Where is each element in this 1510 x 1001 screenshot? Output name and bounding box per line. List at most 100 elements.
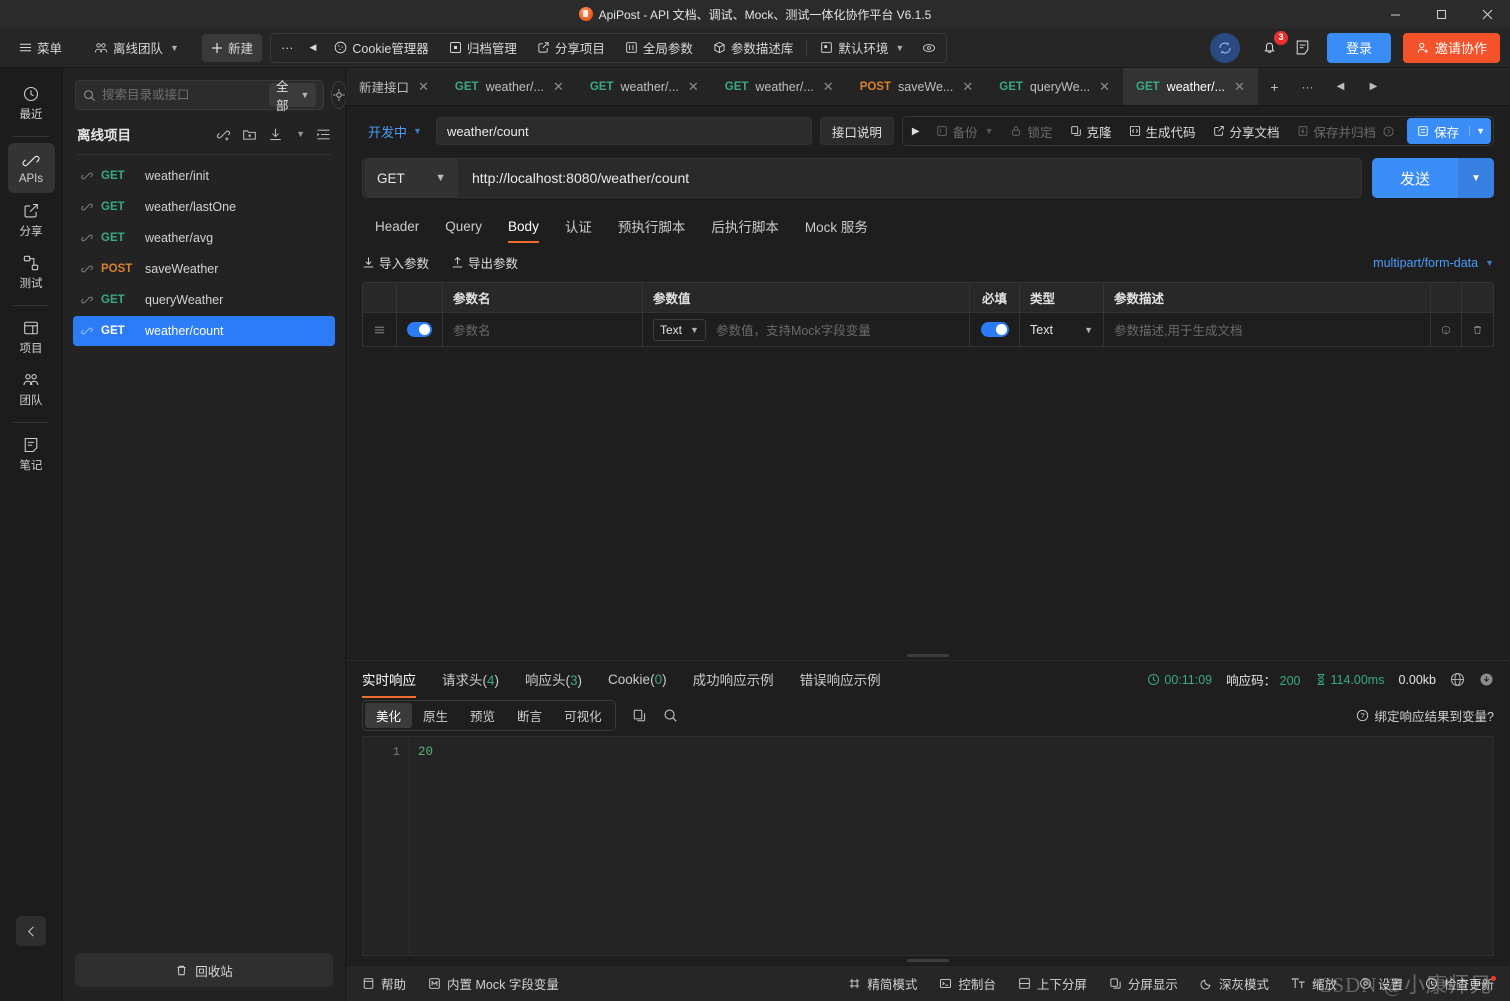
tab-request-6-active[interactable]: GET weather/... ✕ bbox=[1123, 68, 1258, 105]
env-preview-button[interactable] bbox=[915, 34, 943, 62]
help-button[interactable]: 帮助 bbox=[362, 974, 406, 993]
list-item[interactable]: GET weather/lastOne bbox=[73, 192, 335, 222]
list-item[interactable]: GET queryWeather bbox=[73, 285, 335, 315]
tab-request-5[interactable]: GET queryWe... ✕ bbox=[986, 68, 1123, 105]
view-tab-raw[interactable]: 原生 bbox=[412, 703, 459, 728]
tab-response-headers[interactable]: 响应头(3) bbox=[525, 661, 582, 698]
param-lib-button[interactable] bbox=[1431, 313, 1462, 346]
toolbar-back-button[interactable]: ◀ bbox=[302, 34, 323, 62]
close-icon[interactable]: ✕ bbox=[823, 79, 834, 95]
team-selector[interactable]: 离线团队 ▼ bbox=[85, 34, 188, 62]
invite-button[interactable]: 邀请协作 bbox=[1402, 32, 1500, 63]
save-archive-button[interactable]: 保存并归档 ? bbox=[1289, 119, 1403, 144]
save-button-main[interactable]: 保存 bbox=[1407, 122, 1469, 141]
run-button[interactable]: ▶ bbox=[905, 119, 927, 144]
close-icon[interactable]: ✕ bbox=[1234, 79, 1245, 95]
download-response-icon[interactable] bbox=[1479, 672, 1494, 687]
lock-button[interactable]: 锁定 bbox=[1002, 119, 1060, 144]
sync-button[interactable] bbox=[1209, 32, 1240, 63]
save-button[interactable]: 保存 ▼ bbox=[1407, 118, 1491, 144]
copy-icon[interactable] bbox=[632, 708, 647, 723]
param-value-placeholder[interactable]: 参数值，支持Mock字段变量 bbox=[716, 320, 871, 339]
tab-prev-button[interactable]: ◀ bbox=[1324, 68, 1357, 105]
view-tab-preview[interactable]: 预览 bbox=[459, 703, 506, 728]
share-project-button[interactable]: 分享项目 bbox=[528, 34, 614, 62]
url-input[interactable] bbox=[460, 170, 1361, 186]
collapse-all-icon[interactable] bbox=[316, 127, 331, 142]
add-api-icon[interactable] bbox=[216, 127, 231, 142]
login-button[interactable]: 登录 bbox=[1326, 32, 1391, 63]
tab-auth[interactable]: 认证 bbox=[552, 210, 605, 245]
share-doc-button[interactable]: 分享文档 bbox=[1205, 119, 1288, 144]
type-cell[interactable]: Text ▼ bbox=[1020, 313, 1104, 346]
notifications-button[interactable]: 3 bbox=[1256, 30, 1288, 62]
save-dropdown-button[interactable]: ▼ bbox=[1469, 126, 1491, 136]
tab-success-example[interactable]: 成功响应示例 bbox=[693, 661, 774, 698]
close-icon[interactable] bbox=[1464, 0, 1510, 28]
tab-header[interactable]: Header bbox=[362, 213, 432, 243]
tab-next-button[interactable]: ▶ bbox=[1357, 68, 1390, 105]
required-toggle[interactable] bbox=[980, 322, 1009, 337]
tab-mock-service[interactable]: Mock 服务 bbox=[792, 210, 881, 245]
add-tab-button[interactable]: + bbox=[1258, 68, 1291, 105]
view-tab-visualize[interactable]: 可视化 bbox=[553, 703, 613, 728]
close-icon[interactable]: ✕ bbox=[553, 79, 564, 95]
backup-button[interactable]: 备份 ▼ bbox=[928, 119, 1002, 144]
search-icon[interactable] bbox=[663, 708, 678, 723]
close-icon[interactable]: ✕ bbox=[962, 79, 973, 95]
send-button[interactable]: 发送 ▼ bbox=[1372, 158, 1494, 198]
list-item[interactable]: POST saveWeather bbox=[73, 254, 335, 284]
new-button[interactable]: 新建 bbox=[201, 33, 262, 62]
import-icon[interactable] bbox=[268, 127, 283, 142]
request-name-input[interactable]: weather/count bbox=[435, 117, 812, 145]
sidebar-item-project[interactable]: 项目 bbox=[8, 312, 55, 362]
search-scope-select[interactable]: 全部 ▼ bbox=[269, 80, 317, 113]
tab-cookie[interactable]: Cookie(0) bbox=[608, 664, 667, 696]
bind-variable-button[interactable]: ? 绑定响应结果到变量? bbox=[1356, 706, 1494, 725]
chevron-down-icon[interactable]: ▼ bbox=[296, 129, 305, 139]
cookie-manager-button[interactable]: Cookie管理器 bbox=[325, 34, 437, 62]
export-params-button[interactable]: 导出参数 bbox=[451, 253, 518, 272]
delete-row-button[interactable] bbox=[1462, 313, 1493, 346]
tab-query[interactable]: Query bbox=[432, 213, 495, 243]
close-icon[interactable]: ✕ bbox=[688, 79, 699, 95]
sidebar-item-test[interactable]: 测试 bbox=[8, 247, 55, 297]
response-body-editor[interactable]: 1 20 bbox=[362, 736, 1494, 956]
sidebar-item-recent[interactable]: 最近 bbox=[8, 78, 55, 128]
sidebar-item-share[interactable]: 分享 bbox=[8, 195, 55, 245]
view-tab-assert[interactable]: 断言 bbox=[506, 703, 553, 728]
request-status-select[interactable]: 开发中 ▼ bbox=[362, 117, 428, 145]
enable-toggle[interactable] bbox=[407, 322, 432, 337]
help-icon[interactable]: ? bbox=[1383, 125, 1394, 137]
new-folder-icon[interactable] bbox=[242, 127, 257, 142]
tab-request-headers[interactable]: 请求头(4) bbox=[442, 661, 499, 698]
sidebar-item-apis[interactable]: APIs bbox=[7, 143, 55, 193]
content-type-select[interactable]: multipart/form-data ▼ bbox=[1373, 256, 1494, 270]
toolbar-more-button[interactable]: ··· bbox=[274, 34, 301, 62]
bottom-splitter[interactable] bbox=[346, 956, 1510, 965]
param-name-cell[interactable]: 参数名 bbox=[443, 313, 643, 346]
check-update-button[interactable]: 检查更新 bbox=[1425, 974, 1496, 993]
vertical-split-button[interactable]: 上下分屏 bbox=[1018, 974, 1087, 993]
zoom-button[interactable]: 缩放 bbox=[1291, 974, 1337, 993]
sidebar-item-team[interactable]: 团队 bbox=[8, 364, 55, 414]
recycle-bin-button[interactable]: 回收站 bbox=[75, 953, 333, 987]
view-tab-pretty[interactable]: 美化 bbox=[365, 702, 413, 728]
drag-handle[interactable] bbox=[363, 313, 397, 346]
param-desc-cell[interactable]: 参数描述,用于生成文档 bbox=[1104, 313, 1431, 346]
tab-realtime-response[interactable]: 实时响应 bbox=[362, 661, 416, 698]
network-icon[interactable] bbox=[1450, 672, 1465, 687]
minimize-icon[interactable] bbox=[1372, 0, 1418, 28]
settings-button[interactable]: 设置 bbox=[1359, 974, 1403, 993]
default-env-selector[interactable]: 默认环境 ▼ bbox=[811, 34, 913, 62]
http-method-select[interactable]: GET ▼ bbox=[365, 159, 458, 197]
mock-vars-button[interactable]: 内置 Mock 字段变量 bbox=[428, 974, 559, 993]
api-description-button[interactable]: 接口说明 bbox=[819, 117, 894, 145]
tab-more-button[interactable]: ··· bbox=[1291, 68, 1324, 105]
maximize-icon[interactable] bbox=[1418, 0, 1464, 28]
split-view-button[interactable]: 分屏显示 bbox=[1109, 974, 1178, 993]
tab-post-script[interactable]: 后执行脚本 bbox=[698, 210, 792, 245]
list-item[interactable]: GET weather/init bbox=[73, 161, 335, 191]
notes-button[interactable] bbox=[1288, 34, 1317, 62]
generate-code-button[interactable]: 生成代码 bbox=[1121, 119, 1204, 144]
